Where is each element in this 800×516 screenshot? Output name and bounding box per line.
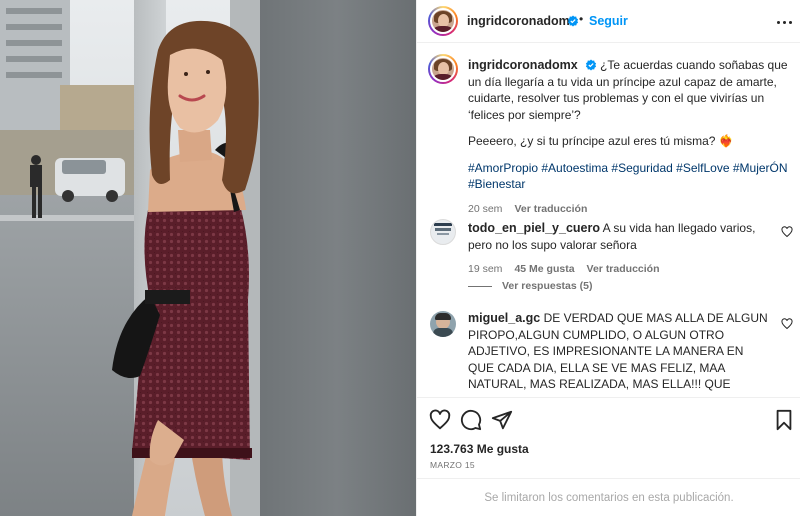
comment-username[interactable]: todo_en_piel_y_cuero: [468, 221, 600, 235]
comment-age[interactable]: 19 sem: [468, 261, 502, 278]
hashtag-link[interactable]: #AmorPropio: [468, 161, 538, 175]
comment-translate-link[interactable]: Ver traducción: [587, 261, 660, 278]
follow-button[interactable]: Seguir: [589, 14, 628, 28]
post-header: ingridcoronadomx • Seguir: [417, 0, 800, 43]
commenter-avatar[interactable]: [430, 219, 456, 245]
like-count[interactable]: 123.763 Me gusta: [430, 442, 529, 456]
comment-likes[interactable]: 45 Me gusta: [514, 261, 574, 278]
caption-translate-link[interactable]: Ver traducción: [514, 201, 587, 218]
more-options-icon[interactable]: [774, 12, 794, 32]
hashtag-link[interactable]: #Seguridad: [611, 161, 672, 175]
heart-icon[interactable]: [429, 409, 451, 431]
hashtag-link[interactable]: #SelfLove: [676, 161, 729, 175]
hashtag-link[interactable]: #MujerÓN: [733, 161, 788, 175]
comment-like-heart-icon[interactable]: [781, 318, 793, 330]
post-photo[interactable]: [0, 0, 416, 516]
post-date[interactable]: MARZO 15: [430, 460, 475, 470]
post-side-panel: ingridcoronadomx • Seguir ingridcoronado…: [416, 0, 800, 516]
replies-line: [468, 285, 492, 287]
caption-username[interactable]: ingridcoronadomx: [468, 58, 578, 72]
view-replies-link[interactable]: Ver respuestas (5): [468, 280, 592, 292]
comment-like-heart-icon[interactable]: [781, 226, 793, 238]
post-image: [0, 0, 416, 516]
author-username[interactable]: ingridcoronadomx: [467, 14, 577, 28]
post-actions: 123.763 Me gusta MARZO 15 Se limitaron l…: [417, 397, 800, 516]
author-avatar[interactable]: [428, 6, 458, 36]
caption-hashtags: #AmorPropio #Autoestima #Seguridad #Self…: [468, 160, 788, 193]
caption-age[interactable]: 20 sem: [468, 201, 502, 218]
verified-badge-icon: [585, 59, 596, 71]
instagram-post-modal: ingridcoronadomx • Seguir ingridcoronado…: [0, 0, 800, 516]
comment-item: todo_en_piel_y_cuero A su vida han llega…: [468, 220, 768, 278]
comment-item: miguel_a.gc DE VERDAD QUE MAS ALLA DE AL…: [468, 310, 768, 396]
post-caption: ingridcoronadomx ¿Te acuerdas cuando soñ…: [468, 57, 788, 217]
comment-icon[interactable]: [460, 409, 482, 431]
caption-meta: 20 sem Ver traducción: [468, 201, 788, 218]
caption-author-avatar[interactable]: [428, 54, 458, 84]
commenter-avatar[interactable]: [430, 311, 456, 337]
hashtag-link[interactable]: #Bienestar: [468, 177, 525, 191]
view-replies-label[interactable]: Ver respuestas (5): [502, 280, 592, 292]
caption-second-line: Peeeero, ¿y si tu príncipe azul eres tú …: [468, 134, 734, 148]
verified-badge-icon: [567, 15, 579, 27]
comment-meta: 19 sem 45 Me gusta Ver traducción: [468, 261, 768, 278]
hashtag-link[interactable]: #Autoestima: [541, 161, 608, 175]
comments-limited-notice: Se limitaron los comentarios en esta pub…: [417, 478, 800, 516]
paper-plane-icon[interactable]: [491, 409, 513, 431]
comments-scroll-area[interactable]: ingridcoronadomx ¿Te acuerdas cuando soñ…: [417, 44, 800, 396]
bookmark-icon[interactable]: [773, 409, 795, 431]
comment-username[interactable]: miguel_a.gc: [468, 311, 540, 325]
separator-dot: •: [579, 12, 584, 26]
